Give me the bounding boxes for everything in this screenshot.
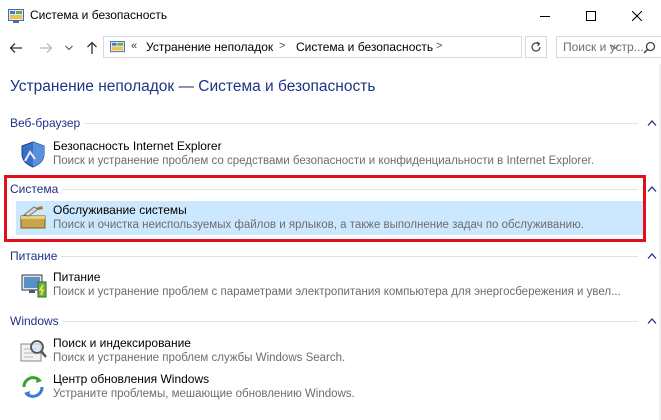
control-panel-icon (110, 41, 125, 54)
search-icon[interactable] (643, 41, 656, 54)
breadcrumb-separator-icon[interactable]: > (279, 40, 285, 52)
refresh-button[interactable] (525, 36, 547, 58)
list-item-ie-security[interactable]: Безопасность Internet Explorer Поиск и у… (16, 137, 646, 171)
list-item-search-indexing[interactable]: Поиск и индексирование Поиск и устранени… (16, 334, 646, 368)
item-description: Поиск и устранение проблем со средствами… (53, 155, 595, 167)
recent-locations-button[interactable] (64, 40, 74, 56)
chevron-up-icon[interactable] (647, 185, 657, 193)
item-description: Устраните проблемы, мешающие обновлению … (53, 388, 355, 400)
item-description: Поиск и устранение проблем службы Window… (53, 352, 346, 364)
chevron-down-icon (65, 45, 73, 51)
group-divider (10, 321, 638, 322)
maximize-icon (586, 11, 596, 21)
highlight-frame (4, 175, 646, 242)
group-header-web-browser: Веб-браузер (10, 116, 85, 130)
item-title: Поиск и индексирование (53, 336, 191, 350)
breadcrumb-system-security[interactable]: Система и безопасность (296, 40, 433, 54)
close-icon (632, 11, 642, 21)
window-title: Система и безопасность (30, 8, 168, 22)
chevron-up-icon[interactable] (647, 317, 657, 325)
chevron-up-icon[interactable] (647, 119, 657, 127)
group-divider (10, 256, 638, 257)
minimize-icon (540, 16, 550, 17)
windows-update-icon (18, 372, 48, 402)
arrow-right-icon (40, 43, 53, 53)
arrow-left-icon (9, 43, 22, 53)
chevron-up-icon[interactable] (647, 252, 657, 260)
shield-icon (18, 139, 48, 169)
search-box[interactable]: Поиск и устр... (556, 36, 661, 58)
up-button[interactable] (84, 40, 100, 56)
arrow-up-icon (87, 41, 97, 54)
power-icon (18, 270, 48, 300)
search-input[interactable]: Поиск и устр... (563, 40, 644, 54)
list-item-windows-update[interactable]: Центр обновления Windows Устраните пробл… (16, 370, 646, 404)
maximize-button[interactable] (568, 0, 614, 32)
breadcrumb-separator-icon[interactable]: > (436, 40, 442, 52)
item-description: Поиск и устранение проблем с параметрами… (53, 286, 621, 298)
address-bar[interactable]: « Устранение неполадок > Система и безоп… (103, 36, 619, 58)
item-title: Питание (53, 270, 101, 284)
group-header-windows: Windows (10, 314, 63, 328)
item-title: Безопасность Internet Explorer (53, 139, 222, 153)
breadcrumb-troubleshooting[interactable]: Устранение неполадок (146, 40, 273, 54)
close-button[interactable] (614, 0, 660, 32)
list-item-power[interactable]: Питание Поиск и устранение проблем с пар… (16, 268, 646, 302)
control-panel-icon (8, 9, 24, 23)
address-overflow[interactable]: « (131, 40, 137, 52)
back-button[interactable] (8, 40, 24, 56)
title-bar: Система и безопасность (0, 0, 661, 32)
search-indexing-icon (18, 336, 48, 366)
group-divider (10, 123, 638, 124)
refresh-icon (531, 41, 541, 52)
group-header-power: Питание (10, 249, 62, 263)
minimize-button[interactable] (522, 0, 568, 32)
page-title: Устранение неполадок — Система и безопас… (10, 78, 376, 95)
forward-button[interactable] (38, 40, 54, 56)
item-title: Центр обновления Windows (53, 372, 210, 386)
